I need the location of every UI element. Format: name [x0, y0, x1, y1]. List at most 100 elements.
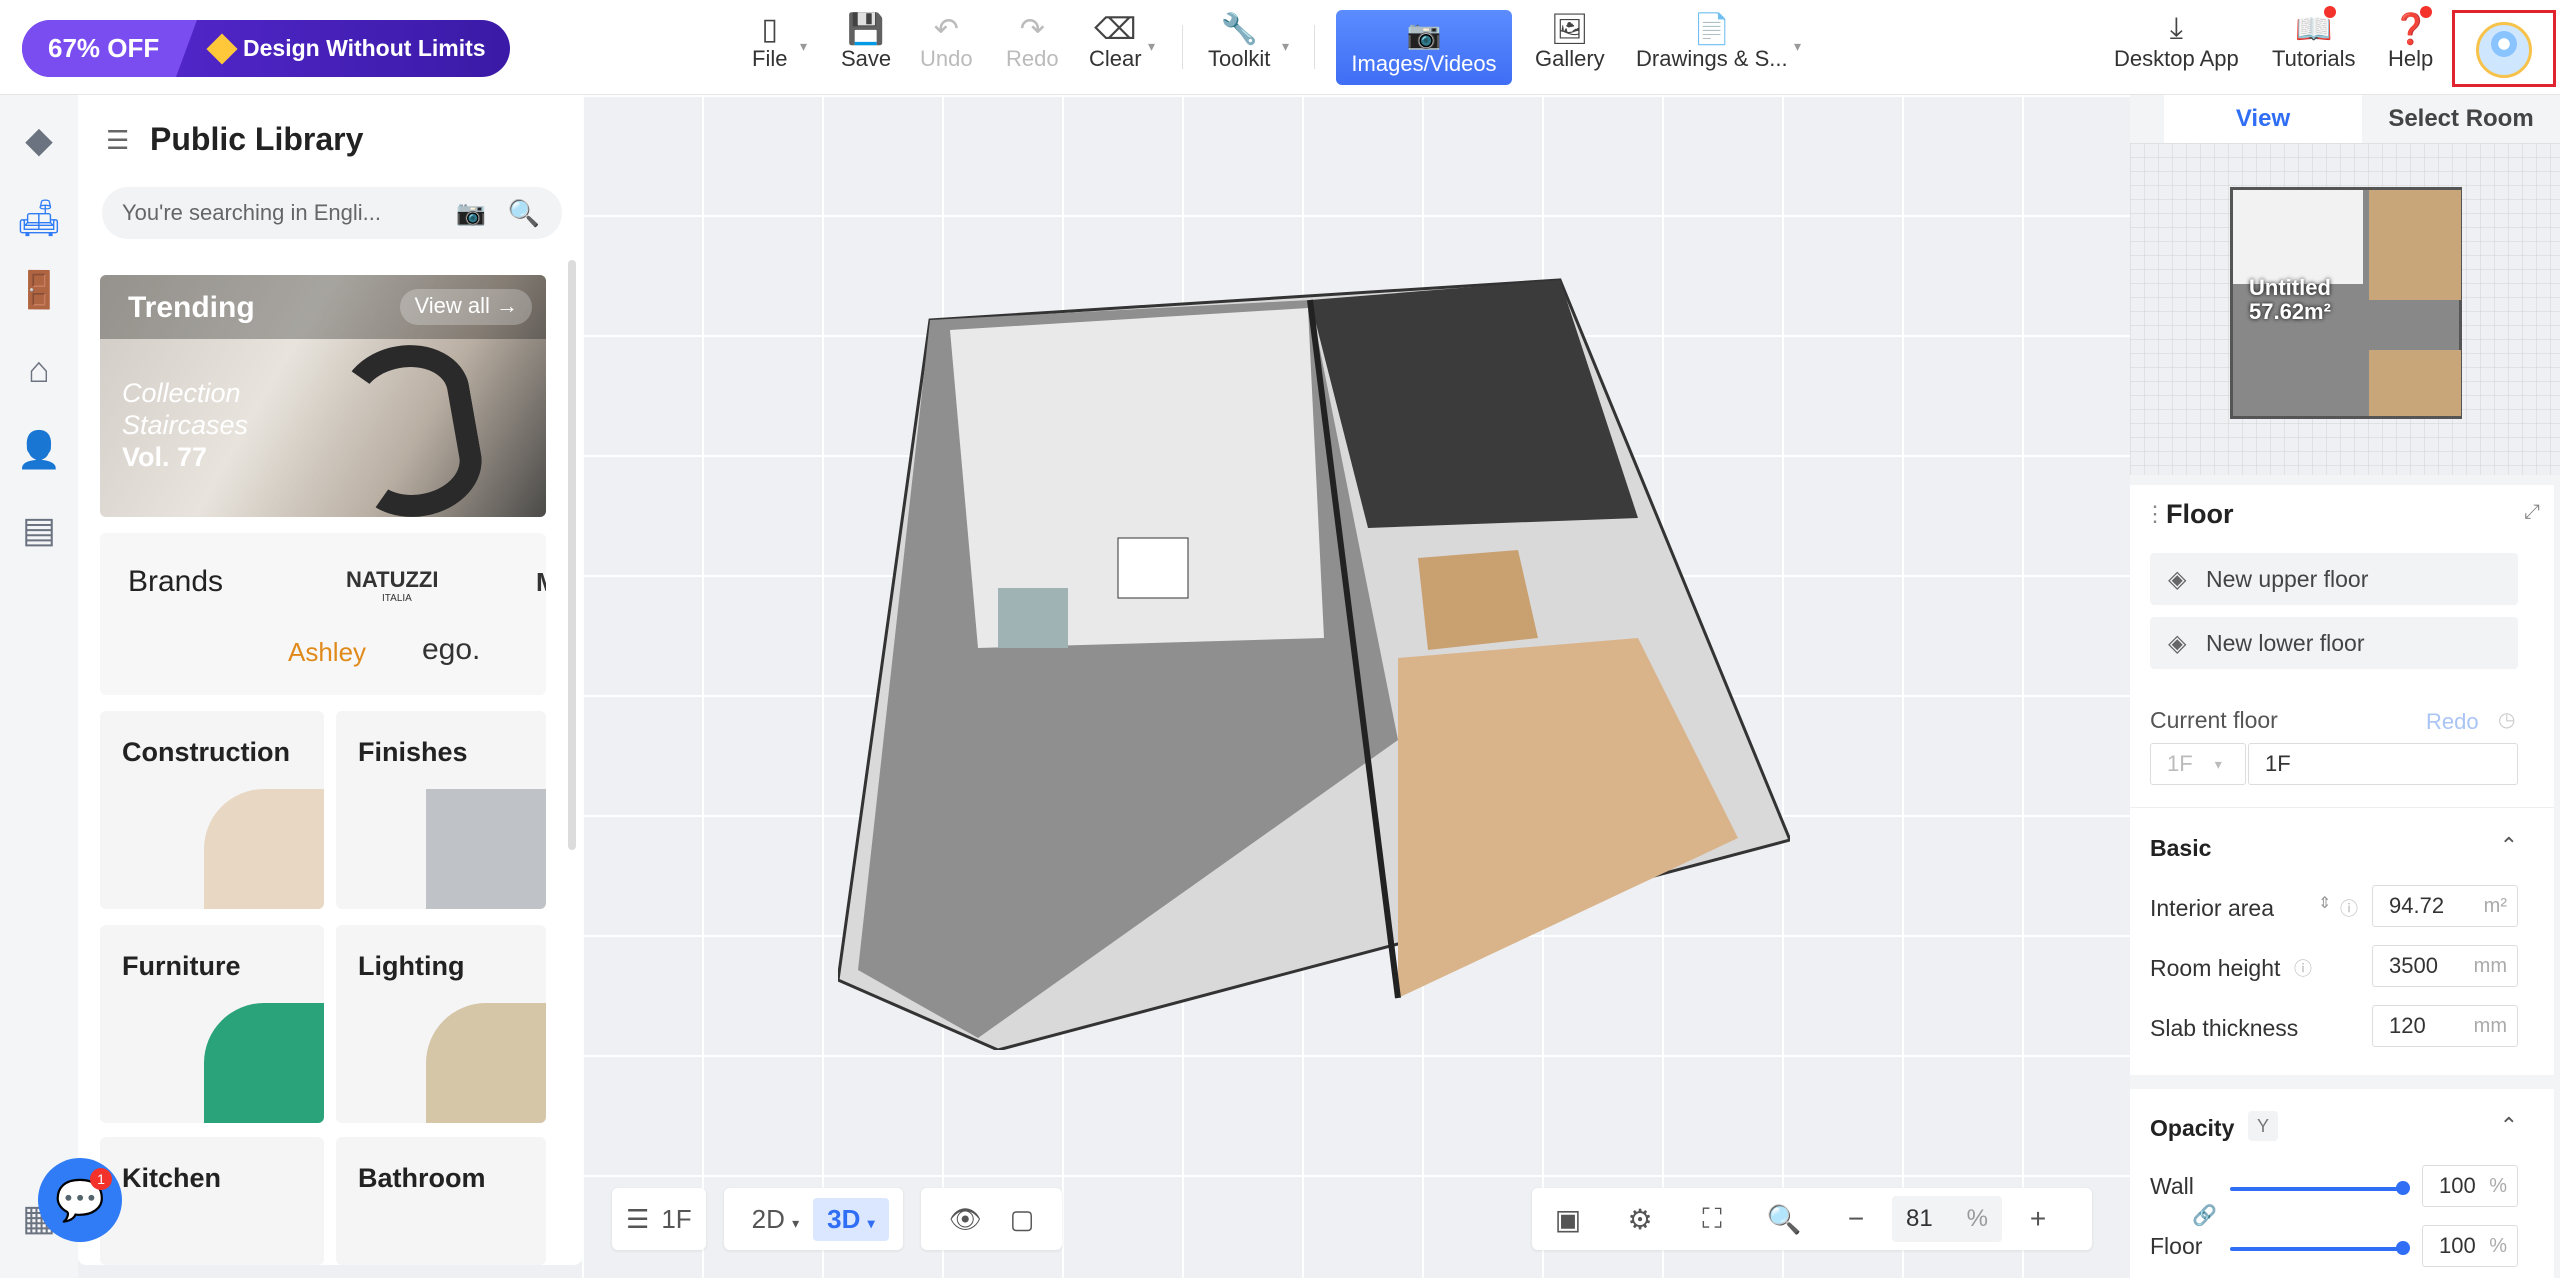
- basic-section-title: Basic: [2150, 835, 2212, 861]
- view-mode-toggle: 2D ▾ 3D ▾: [723, 1188, 903, 1250]
- clear-button[interactable]: ⌫ Clear: [1089, 12, 1142, 72]
- tab-select-room[interactable]: Select Room: [2362, 95, 2560, 143]
- promo-discount: 67% OFF: [22, 20, 197, 77]
- promo-banner[interactable]: 67% OFF Design Without Limits: [22, 20, 510, 77]
- expand-icon[interactable]: ⤢: [2524, 501, 2540, 524]
- category-kitchen[interactable]: Kitchen: [100, 1137, 324, 1265]
- fit-view-icon[interactable]: ▣: [1532, 1203, 1604, 1236]
- sofa-icon[interactable]: 🛋: [14, 193, 64, 243]
- slider-handle[interactable]: [2396, 1241, 2410, 1255]
- mode-3d-button[interactable]: 3D ▾: [813, 1197, 889, 1241]
- floor-opacity-label: Floor: [2150, 1233, 2203, 1259]
- chevron-down-icon[interactable]: ▾: [1148, 38, 1155, 55]
- camera-search-icon[interactable]: 📷: [456, 199, 486, 228]
- brand-logo: ITALIA: [382, 593, 412, 604]
- slider-handle[interactable]: [2396, 1181, 2410, 1195]
- gallery-icon: 🖼: [1550, 12, 1589, 46]
- room-height-input[interactable]: 3500 mm: [2372, 945, 2518, 987]
- tab-view[interactable]: View: [2164, 95, 2362, 143]
- wall-opacity-input[interactable]: 100 %: [2422, 1165, 2518, 1207]
- category-bathroom[interactable]: Bathroom: [336, 1137, 546, 1265]
- user-avatar-button[interactable]: [2452, 10, 2556, 87]
- minimap[interactable]: Untitled 57.62m²: [2130, 143, 2560, 475]
- zoom-in-icon[interactable]: +: [2002, 1203, 2074, 1235]
- trending-card[interactable]: Trending View all → Collection Staircase…: [100, 275, 546, 517]
- panel-tabs: View Select Room: [2130, 95, 2560, 143]
- current-floor-label: Current floor: [2150, 707, 2278, 733]
- brand-logo: ego.: [422, 633, 481, 666]
- eye-icon[interactable]: 👁: [935, 1204, 996, 1235]
- toolkit-button[interactable]: 🔧 Toolkit: [1208, 12, 1270, 72]
- room-height-label: Room height: [2150, 955, 2281, 981]
- add-layer-icon: ◈: [2168, 629, 2187, 657]
- redo-button[interactable]: ↷ Redo: [1006, 12, 1059, 72]
- door-icon[interactable]: 🚪: [14, 265, 64, 315]
- cube-icon[interactable]: ▢: [996, 1204, 1049, 1235]
- help-button[interactable]: ❓ Help: [2388, 12, 2433, 72]
- house-icon[interactable]: ⌂: [14, 345, 64, 395]
- save-icon: 💾: [847, 12, 885, 46]
- tutorials-button[interactable]: 📖 Tutorials: [2272, 12, 2356, 72]
- toolbar-divider: [1314, 25, 1315, 69]
- library-scrollbar[interactable]: [568, 260, 576, 850]
- clock-icon: ◷: [2498, 709, 2516, 731]
- chevron-down-icon[interactable]: ▾: [1282, 38, 1289, 55]
- new-upper-floor-button[interactable]: ◈ New upper floor: [2150, 553, 2518, 605]
- collection-line: Collection: [122, 378, 241, 408]
- library-search-input[interactable]: You're searching in Engli... 📷 🔍: [102, 187, 562, 239]
- view-settings-icon[interactable]: ⚙: [1604, 1203, 1676, 1236]
- floor-plan-3d-model[interactable]: [838, 278, 1790, 1050]
- undo-button[interactable]: ↶ Undo: [920, 12, 973, 72]
- chevron-down-icon[interactable]: ▾: [1794, 38, 1801, 55]
- new-lower-floor-button[interactable]: ◈ New lower floor: [2150, 617, 2518, 669]
- category-lighting[interactable]: Lighting: [336, 925, 546, 1123]
- brands-card[interactable]: Brands NATUZZI ITALIA Ashley ego. M: [100, 533, 546, 695]
- chat-support-button[interactable]: 💬 1: [38, 1158, 122, 1242]
- cabinet-icon[interactable]: ▤: [14, 505, 64, 555]
- drawings-button[interactable]: 📄 Drawings & S...: [1636, 12, 1788, 72]
- floor-switcher[interactable]: ☰ 1F: [612, 1188, 706, 1250]
- floor-select[interactable]: 1F ▾: [2150, 743, 2246, 785]
- chevron-down-icon: ▾: [792, 1214, 800, 1231]
- floor-opacity-input[interactable]: 100 %: [2422, 1225, 2518, 1267]
- redo-icon: ↷: [1019, 12, 1045, 46]
- minimap-plan: Untitled 57.62m²: [2230, 187, 2462, 419]
- user-icon[interactable]: 👤: [14, 425, 64, 475]
- search-placeholder: You're searching in Engli...: [122, 200, 381, 225]
- zoom-region-icon[interactable]: 🔍: [1748, 1203, 1820, 1236]
- zoom-out-icon[interactable]: −: [1820, 1203, 1892, 1235]
- sort-icon[interactable]: ⇕: [2318, 893, 2331, 913]
- save-button[interactable]: 💾 Save: [841, 12, 891, 72]
- interior-area-input[interactable]: 94.72 m²: [2372, 885, 2518, 927]
- opacity-shortcut-key: Y: [2248, 1111, 2278, 1141]
- brand-logo: M: [536, 567, 546, 598]
- category-finishes[interactable]: Finishes: [336, 711, 546, 909]
- desktop-app-button[interactable]: ⤓ Desktop App: [2114, 12, 2239, 72]
- wall-opacity-slider[interactable]: [2230, 1181, 2410, 1195]
- mode-2d-button[interactable]: 2D ▾: [738, 1204, 814, 1235]
- slab-thickness-label: Slab thickness: [2150, 1015, 2299, 1041]
- drag-handle-icon[interactable]: ⋮: [2144, 501, 2166, 527]
- chevron-up-icon[interactable]: ⌃: [2500, 833, 2518, 859]
- search-icon[interactable]: 🔍: [508, 198, 540, 229]
- category-construction[interactable]: Construction: [100, 711, 324, 909]
- gallery-button[interactable]: 🖼 Gallery: [1535, 12, 1605, 72]
- file-button[interactable]: ▯ File: [752, 12, 787, 72]
- view-all-link[interactable]: View all →: [400, 289, 532, 325]
- zoom-input[interactable]: 81 %: [1892, 1196, 2002, 1242]
- diamond-icon: [206, 32, 238, 65]
- floor-opacity-slider[interactable]: [2230, 1241, 2410, 1255]
- slab-thickness-input[interactable]: 120 mm: [2372, 1005, 2518, 1047]
- chevron-down-icon[interactable]: ▾: [800, 38, 807, 55]
- redo-link[interactable]: Redo: [2426, 709, 2479, 735]
- minimap-name: Untitled: [2249, 275, 2331, 300]
- link-icon[interactable]: 🔗: [2192, 1203, 2217, 1228]
- chevron-up-icon[interactable]: ⌃: [2500, 1113, 2518, 1139]
- focus-icon[interactable]: ⛶: [1676, 1203, 1748, 1236]
- layers-icon[interactable]: ◆: [14, 115, 64, 165]
- category-furniture[interactable]: Furniture: [100, 925, 324, 1123]
- list-icon[interactable]: ☰: [106, 125, 129, 156]
- collection-line: Staircases: [122, 410, 249, 440]
- images-videos-button[interactable]: 📷 Images/Videos: [1336, 10, 1512, 85]
- floor-name-input[interactable]: 1F: [2248, 743, 2518, 785]
